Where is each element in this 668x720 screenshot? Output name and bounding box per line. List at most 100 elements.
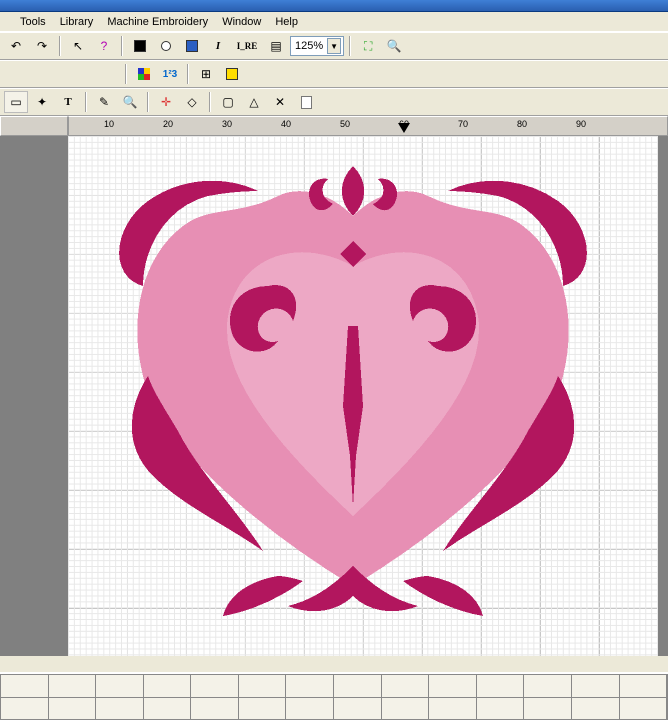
palette-icon xyxy=(138,68,150,80)
star-tool-button[interactable]: ✦ xyxy=(30,91,54,113)
italic-button[interactable]: I xyxy=(206,35,230,57)
menu-item-tools[interactable]: Tools xyxy=(20,16,46,28)
redo-icon: ↷ xyxy=(37,39,47,53)
palette-cell[interactable] xyxy=(429,675,477,719)
help-tool-button[interactable]: ? xyxy=(92,35,116,57)
palette-grid[interactable] xyxy=(0,674,668,720)
palette-cell[interactable] xyxy=(572,675,620,719)
canvas[interactable] xyxy=(68,136,658,656)
palette-panel xyxy=(0,672,668,720)
zoom-button[interactable]: 🔍 xyxy=(382,35,406,57)
wand-icon: ✎ xyxy=(99,95,109,109)
palette-cell[interactable] xyxy=(191,675,239,719)
cursor-icon: ↖ xyxy=(73,39,83,53)
highlight-button[interactable] xyxy=(220,63,244,85)
sheet-icon: ▤ xyxy=(270,39,281,53)
palette-cell[interactable] xyxy=(524,675,572,719)
palette-cell[interactable] xyxy=(620,675,668,719)
palette-cell[interactable] xyxy=(382,675,430,719)
magnify-icon: 🔍 xyxy=(123,95,138,109)
palette-cell[interactable] xyxy=(239,675,287,719)
palette-cell[interactable] xyxy=(334,675,382,719)
dropdown-arrow-icon: ▼ xyxy=(327,38,341,54)
ruler-tick: 30 xyxy=(222,119,232,129)
ruler-corner xyxy=(0,116,68,136)
triangle-button[interactable]: △ xyxy=(242,91,266,113)
palette-cell[interactable] xyxy=(144,675,192,719)
menu-item-library[interactable]: Library xyxy=(60,16,94,28)
text-re-button[interactable]: I_RE xyxy=(232,35,262,57)
menu-item-machine-embroidery[interactable]: Machine Embroidery xyxy=(107,16,208,28)
page-button[interactable] xyxy=(294,91,318,113)
diamond-button[interactable]: ◇ xyxy=(180,91,204,113)
sheet-button[interactable]: ▤ xyxy=(264,35,288,57)
fit-button[interactable]: ⛶ xyxy=(356,35,380,57)
star-icon: ✦ xyxy=(37,95,47,109)
wand-button[interactable]: ✎ xyxy=(92,91,116,113)
circle-icon xyxy=(161,41,171,51)
separator xyxy=(125,64,127,84)
black-square-icon xyxy=(134,40,146,52)
blue-square-icon xyxy=(186,40,198,52)
ruler-tick: 80 xyxy=(517,119,527,129)
menu-item-window[interactable]: Window xyxy=(222,16,261,28)
x-button[interactable]: ✕ xyxy=(268,91,292,113)
palette-cell[interactable] xyxy=(96,675,144,719)
grid-toggle-button[interactable]: ⊞ xyxy=(194,63,218,85)
ruler-tick: 70 xyxy=(458,119,468,129)
separator xyxy=(209,92,211,112)
separator xyxy=(349,36,351,56)
palette-cell[interactable] xyxy=(49,675,97,719)
numbering-button[interactable]: 1²3 xyxy=(158,63,182,85)
toolbar-tools: ▭ ✦ T ✎ 🔍 ✛ ◇ ▢ △ ✕ xyxy=(0,88,668,116)
palette-button[interactable] xyxy=(132,63,156,85)
separator xyxy=(85,92,87,112)
black-fill-button[interactable] xyxy=(128,35,152,57)
separator xyxy=(59,36,61,56)
box-button[interactable]: ▢ xyxy=(216,91,240,113)
palette-cell[interactable] xyxy=(1,675,49,719)
zoom-value: 125% xyxy=(295,40,323,52)
text-tool-button[interactable]: T xyxy=(56,91,80,113)
separator xyxy=(121,36,123,56)
design-ornamental-heart[interactable] xyxy=(88,146,618,636)
diamond-icon: ◇ xyxy=(187,95,196,109)
blue-fill-button[interactable] xyxy=(180,35,204,57)
highlight-icon xyxy=(226,68,238,80)
crosshair-button[interactable]: ✛ xyxy=(154,91,178,113)
toolbar-secondary: 1²3 ⊞ xyxy=(0,60,668,88)
cursor-tool-button[interactable]: ↖ xyxy=(66,35,90,57)
help-icon: ? xyxy=(101,39,108,53)
separator xyxy=(187,64,189,84)
undo-button[interactable]: ↶ xyxy=(4,35,28,57)
palette-cell[interactable] xyxy=(477,675,525,719)
ruler-tick: 10 xyxy=(104,119,114,129)
grid-icon: ⊞ xyxy=(201,67,211,81)
crosshair-icon: ✛ xyxy=(161,95,171,109)
box-icon: ▢ xyxy=(222,95,233,109)
os-taskbar-sliver xyxy=(0,0,668,12)
select-rect-icon: ▭ xyxy=(10,95,21,109)
italic-icon: I xyxy=(216,40,220,52)
ruler-tick: 90 xyxy=(576,119,586,129)
toolbar-main: ↶ ↷ ↖ ? I I_RE ▤ 125% ▼ ⛶ 🔍 xyxy=(0,32,668,60)
palette-cell[interactable] xyxy=(286,675,334,719)
circle-tool-button[interactable] xyxy=(154,35,178,57)
triangle-icon: △ xyxy=(249,95,258,109)
magnify-button[interactable]: 🔍 xyxy=(118,91,142,113)
canvas-container xyxy=(0,136,668,656)
text-tool-icon: T xyxy=(64,96,71,108)
text-re-icon: I_RE xyxy=(237,41,258,51)
ruler-tick: 20 xyxy=(163,119,173,129)
menu-bar: Tools Library Machine Embroidery Window … xyxy=(0,12,668,32)
horizontal-ruler[interactable]: 10 20 30 40 50 60 70 80 90 xyxy=(68,116,668,136)
select-rect-button[interactable]: ▭ xyxy=(4,91,28,113)
numbering-icon: 1²3 xyxy=(163,69,177,80)
separator xyxy=(147,92,149,112)
page-icon xyxy=(301,96,312,109)
redo-button[interactable]: ↷ xyxy=(30,35,54,57)
menu-item-help[interactable]: Help xyxy=(275,16,298,28)
ruler-tick: 50 xyxy=(340,119,350,129)
zoom-combo[interactable]: 125% ▼ xyxy=(290,36,344,56)
ruler-marker-icon[interactable] xyxy=(398,123,410,133)
